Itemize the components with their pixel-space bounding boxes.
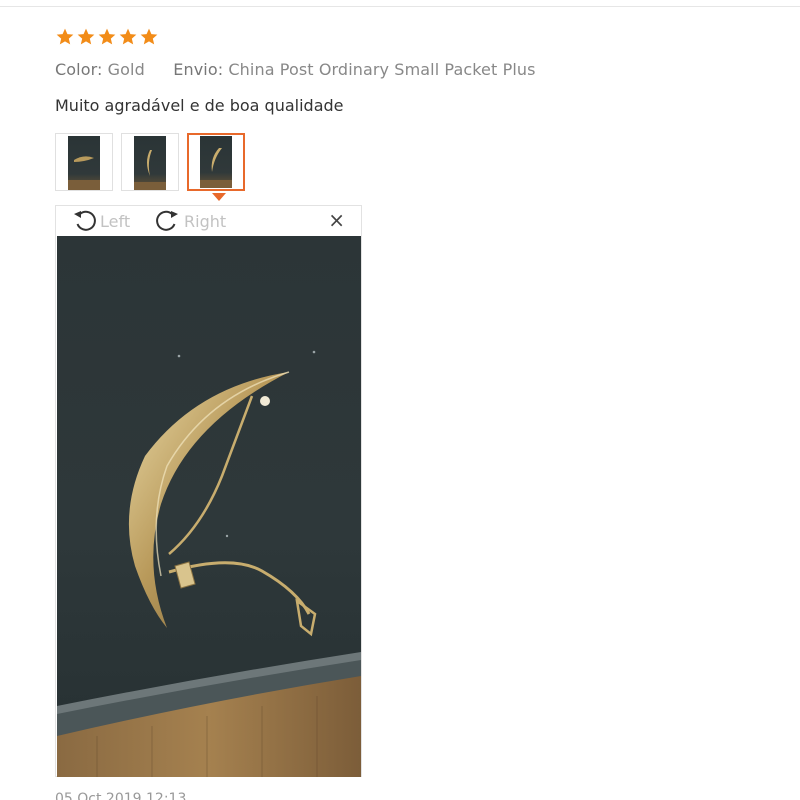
rotate-left-label: Left [100,211,131,231]
close-viewer-button[interactable]: × [328,210,345,230]
brooch-photo-thumb-1 [68,136,100,190]
rotate-right-label: Right [184,211,227,231]
color-label: Color: [55,60,103,79]
star-icon [76,27,96,47]
star-icon [55,27,75,47]
rotate-right-button[interactable]: Right [152,208,226,234]
review-page: Color: Gold Envio: China Post Ordinary S… [0,0,800,800]
divider [0,6,800,7]
star-rating [55,27,159,47]
photo-thumbnails [55,133,245,191]
thumbnail-2[interactable] [121,133,179,191]
close-icon: × [328,208,345,232]
review-text: Muito agradável e de boa qualidade [55,96,344,115]
selected-thumbnail-caret [212,193,226,201]
star-icon [97,27,117,47]
brooch-photo-thumb-2 [134,136,166,190]
thumbnail-3[interactable] [187,133,245,191]
shipping-label: Envio: [173,60,224,79]
brooch-photo-thumb-3 [200,136,232,188]
gold-moon-brooch-photo [57,236,361,777]
review-meta: Color: Gold Envio: China Post Ordinary S… [55,60,536,79]
viewer-toolbar: Left Right × [56,206,361,236]
review-timestamp: 05 Oct 2019 12:13 [55,791,187,800]
review-photo[interactable] [57,236,361,777]
photo-viewer: Left Right × [55,205,362,777]
color-value: Gold [107,60,145,79]
rotate-right-icon [152,208,184,234]
shipping-value: China Post Ordinary Small Packet Plus [228,60,536,79]
star-icon [118,27,138,47]
rotate-left-button[interactable]: Left [72,208,130,234]
thumbnail-1[interactable] [55,133,113,191]
rotate-left-icon [72,208,100,234]
star-icon [139,27,159,47]
